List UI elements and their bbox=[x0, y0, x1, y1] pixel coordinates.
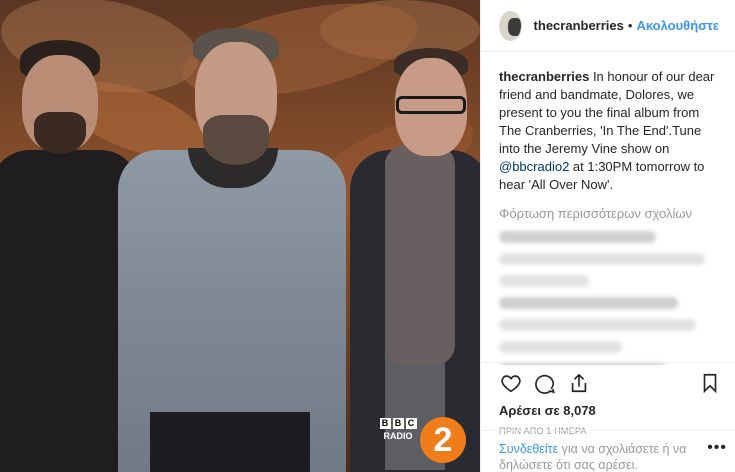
blurred-comment bbox=[499, 341, 623, 353]
load-more-comments[interactable]: Φόρτωση περισσότερων σχολίων bbox=[499, 206, 723, 221]
share-icon[interactable] bbox=[567, 371, 591, 395]
more-options-button[interactable]: ••• bbox=[707, 439, 727, 457]
login-link[interactable]: Συνδεθείτε bbox=[499, 442, 558, 456]
instagram-post: B B C RADIO 2 thecranberries • Ακολουθήσ… bbox=[0, 0, 735, 472]
blurred-comment bbox=[499, 297, 679, 309]
caption-username[interactable]: thecranberries bbox=[499, 69, 589, 84]
heart-icon[interactable] bbox=[499, 371, 523, 395]
blurred-comment bbox=[499, 275, 589, 287]
bbc-radio-logo: B B C RADIO bbox=[378, 418, 418, 442]
post-actions: Αρέσει σε 8,078 ΠΡΙΝ ΑΠΟ 1 ΗΜΕΡΑ bbox=[481, 362, 735, 436]
login-prompt: Συνδεθείτε για να σχολιάσετε ή να δηλώσε… bbox=[481, 430, 735, 472]
likes-count[interactable]: Αρέσει σε 8,078 bbox=[499, 403, 722, 418]
bbc-letter: B bbox=[392, 418, 404, 429]
follow-button[interactable]: Ακολουθήστε bbox=[636, 18, 719, 33]
username-link[interactable]: thecranberries bbox=[534, 18, 624, 33]
bookmark-icon[interactable] bbox=[698, 371, 722, 395]
comment-icon[interactable] bbox=[533, 371, 557, 395]
post-caption: thecranberries In honour of our dear fri… bbox=[499, 68, 723, 194]
bbc-letter: B bbox=[379, 418, 391, 429]
blurred-comment bbox=[499, 319, 697, 331]
blurred-comment bbox=[499, 231, 656, 243]
radio-2-logo: 2 bbox=[420, 417, 466, 463]
blurred-comment bbox=[499, 253, 706, 265]
separator-dot: • bbox=[627, 18, 633, 33]
caption-mention[interactable]: @bbcradio2 bbox=[499, 159, 569, 174]
avatar[interactable] bbox=[499, 10, 522, 41]
post-sidebar: thecranberries • Ακολουθήστε thecranberr… bbox=[480, 0, 735, 472]
bbc-letter: C bbox=[405, 418, 417, 429]
radio-label: RADIO bbox=[383, 431, 413, 441]
comments-section: thecranberries In honour of our dear fri… bbox=[481, 52, 735, 365]
post-photo[interactable]: B B C RADIO 2 bbox=[0, 0, 480, 472]
post-header: thecranberries • Ακολουθήστε bbox=[481, 0, 735, 52]
